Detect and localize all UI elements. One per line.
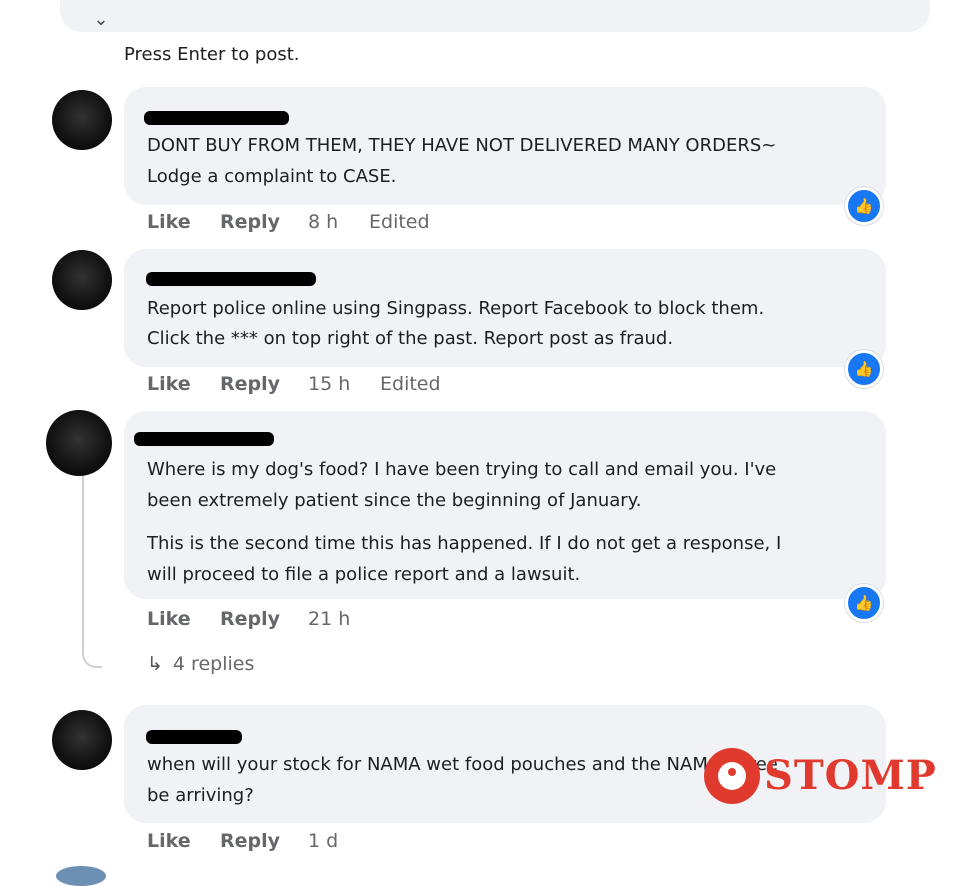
reply-button[interactable]: Reply (220, 830, 280, 852)
reply-button[interactable]: Reply (220, 608, 280, 630)
timestamp[interactable]: 8 h (308, 211, 338, 233)
thread-connector (82, 470, 102, 668)
like-button[interactable]: Like (147, 373, 191, 395)
reply-button[interactable]: Reply (220, 211, 280, 233)
edited-label: Edited (380, 373, 441, 395)
stomp-logo-icon (704, 748, 760, 804)
comment-text: DONT BUY FROM THEM, THEY HAVE NOT DELIVE… (147, 135, 777, 156)
view-replies-link[interactable]: ↳ 4 replies (147, 653, 254, 675)
chevron-down-icon[interactable]: ⌄ (86, 8, 116, 32)
avatar[interactable] (56, 866, 106, 886)
timestamp[interactable]: 1 d (308, 830, 338, 852)
comment-text: will proceed to file a police report and… (147, 564, 581, 585)
thumbs-up-icon[interactable]: 👍 (845, 584, 883, 622)
like-button[interactable]: Like (147, 608, 191, 630)
comment-text: when will your stock for NAMA wet food p… (147, 754, 778, 775)
watermark-text: STOMP (764, 752, 937, 799)
like-button[interactable]: Like (147, 211, 191, 233)
avatar[interactable] (52, 710, 112, 770)
comment-text: Lodge a complaint to CASE. (147, 166, 397, 187)
avatar[interactable] (52, 250, 112, 310)
reply-arrow-icon: ↳ (147, 653, 163, 675)
comment-text: Click the *** on top right of the past. … (147, 328, 674, 349)
stomp-watermark: STOMP (704, 744, 936, 804)
replies-count: 4 replies (172, 653, 255, 675)
author-name-redacted[interactable] (144, 111, 289, 125)
thumbs-up-icon[interactable]: 👍 (845, 350, 883, 388)
author-name-redacted[interactable] (134, 432, 274, 446)
comment-text: Where is my dog's food? I have been tryi… (147, 459, 777, 480)
comment-text: be arriving? (147, 785, 254, 806)
thumbs-up-icon[interactable]: 👍 (845, 187, 883, 225)
timestamp[interactable]: 15 h (308, 373, 350, 395)
comment-text: been extremely patient since the beginni… (147, 490, 642, 511)
comment-text: Report police online using Singpass. Rep… (147, 298, 765, 319)
like-button[interactable]: Like (147, 830, 191, 852)
avatar[interactable] (46, 410, 112, 476)
author-name-redacted[interactable] (146, 730, 242, 744)
stomp-logo-dot (728, 768, 736, 776)
composer-strip: ⌄ (0, 0, 960, 38)
author-name-redacted[interactable] (146, 272, 316, 286)
avatar[interactable] (52, 90, 112, 150)
comment-input[interactable] (60, 0, 930, 32)
reply-button[interactable]: Reply (220, 373, 280, 395)
timestamp[interactable]: 21 h (308, 608, 350, 630)
comment-text: This is the second time this has happene… (147, 533, 782, 554)
edited-label: Edited (369, 211, 430, 233)
composer-hint: Press Enter to post. (124, 44, 300, 65)
